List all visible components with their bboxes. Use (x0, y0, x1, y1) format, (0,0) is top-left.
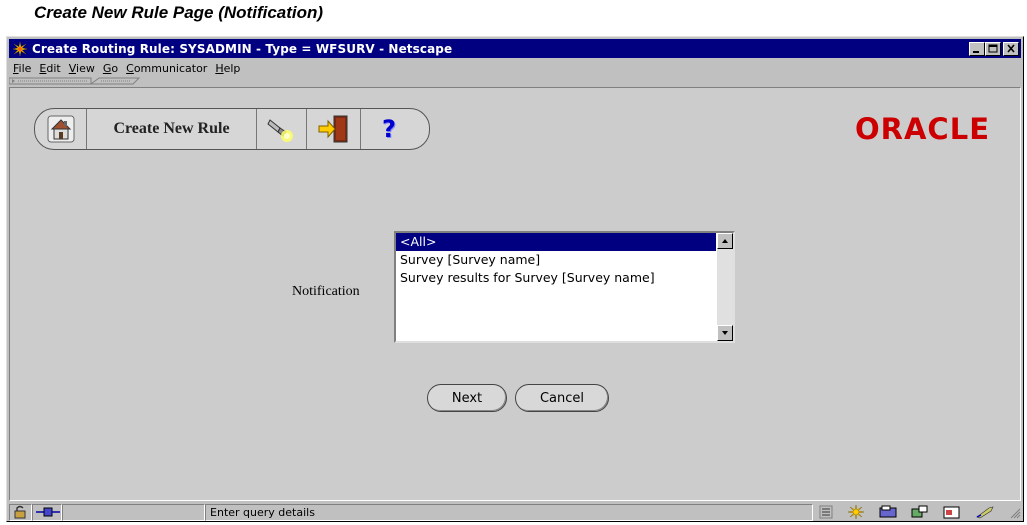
search-button[interactable] (257, 109, 307, 149)
composer-icon[interactable] (943, 505, 961, 519)
minimize-icon (973, 50, 979, 53)
scroll-up-button[interactable] (717, 233, 733, 249)
menu-file[interactable]: File (13, 62, 31, 75)
progress-cell (62, 503, 206, 521)
window-titlebar[interactable]: Create Routing Rule: SYSADMIN - Type = W… (9, 39, 1021, 58)
menu-communicator[interactable]: Communicator (126, 62, 207, 75)
toolbar-grip[interactable] (9, 77, 149, 85)
window-title: Create Routing Rule: SYSADMIN - Type = W… (32, 41, 453, 56)
menu-help[interactable]: Help (215, 62, 240, 75)
security-lock-cell[interactable] (9, 503, 32, 521)
menu-view[interactable]: View (69, 62, 95, 75)
status-message-cell: Enter query details (205, 503, 813, 521)
status-message: Enter query details (210, 505, 315, 519)
oracle-logo: ORACLE (855, 112, 990, 146)
home-button[interactable] (35, 109, 87, 149)
navigator-icon[interactable] (847, 504, 865, 520)
menu-edit[interactable]: Edit (39, 62, 60, 75)
listbox-scrollbar[interactable] (717, 233, 733, 341)
notification-listbox[interactable]: <All> Survey [Survey name] Survey result… (394, 231, 735, 343)
toolbar-title-segment: Create New Rule (87, 109, 257, 149)
next-button[interactable]: Next (427, 384, 507, 412)
component-bar (819, 504, 1021, 520)
cancel-button[interactable]: Cancel (515, 384, 609, 412)
newsgroup-icon[interactable] (911, 505, 929, 519)
resize-grip-icon[interactable] (1009, 505, 1021, 519)
maximize-button[interactable] (985, 41, 1001, 56)
list-option-survey-results[interactable]: Survey results for Survey [Survey name] (396, 269, 716, 287)
help-button[interactable]: ? (361, 109, 417, 149)
tray-menu-icon[interactable] (819, 505, 833, 519)
connection-plug-icon (35, 507, 60, 517)
flashlight-icon (266, 119, 293, 142)
quill-pen-icon[interactable] (975, 505, 995, 519)
close-button[interactable] (1003, 41, 1019, 56)
scroll-down-button[interactable] (717, 325, 733, 341)
page-title: Create New Rule (113, 120, 230, 137)
netscape-icon (11, 40, 29, 57)
mail-icon[interactable] (879, 505, 897, 519)
list-option-survey[interactable]: Survey [Survey name] (396, 251, 716, 269)
minimize-button[interactable] (969, 41, 985, 56)
list-option-all[interactable]: <All> (396, 233, 716, 251)
page-content: Create New Rule ? ORACLE Notification <A… (9, 87, 1021, 501)
maximize-icon (988, 44, 998, 52)
close-icon (1007, 43, 1015, 53)
connection-cell (31, 503, 63, 521)
menu-go[interactable]: Go (103, 62, 118, 75)
home-icon (47, 115, 74, 143)
status-bar: Enter query details (9, 503, 1021, 521)
exit-door-icon (318, 115, 347, 143)
browser-window: Create Routing Rule: SYSADMIN - Type = W… (6, 36, 1024, 522)
figure-caption: Create New Rule Page (Notification) (34, 3, 324, 22)
listbox-items: <All> Survey [Survey name] Survey result… (396, 233, 716, 341)
notification-label: Notification (292, 284, 360, 299)
help-icon: ? (382, 115, 396, 143)
lock-icon (14, 505, 26, 519)
global-toolbar: Create New Rule ? (34, 108, 430, 150)
logout-button[interactable] (307, 109, 361, 149)
menu-bar: File Edit View Go Communicator Help (9, 59, 1021, 77)
